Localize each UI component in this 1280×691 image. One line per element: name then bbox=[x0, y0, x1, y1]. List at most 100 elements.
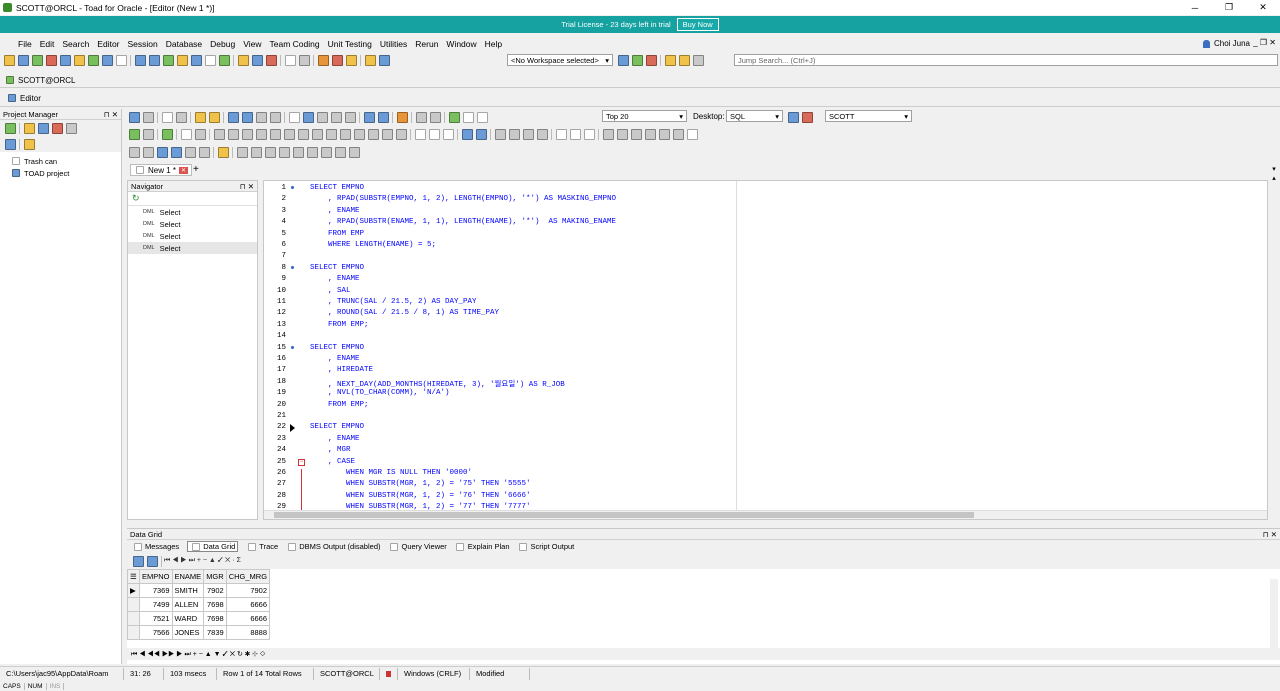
undo-icon[interactable] bbox=[461, 129, 473, 140]
bookmark2-icon[interactable] bbox=[344, 112, 356, 123]
eval-icon[interactable] bbox=[311, 129, 323, 140]
buy-now-button[interactable]: Buy Now bbox=[676, 18, 719, 31]
doc-tab-close-icon[interactable]: ✕ bbox=[179, 166, 189, 174]
table-row[interactable]: 7566 JONES 7839 8888 bbox=[127, 625, 271, 640]
menu-window[interactable]: Window bbox=[442, 39, 480, 49]
info-icon[interactable] bbox=[395, 129, 407, 140]
doc-tab-new1[interactable]: New 1 * ✕ bbox=[130, 164, 193, 176]
replace-icon[interactable] bbox=[316, 112, 328, 123]
menu-view[interactable]: View bbox=[239, 39, 265, 49]
fold-collapse-icon[interactable]: − bbox=[298, 458, 305, 466]
uncomment-icon[interactable] bbox=[508, 129, 520, 140]
misc2-icon[interactable] bbox=[616, 129, 628, 140]
describe-icon[interactable] bbox=[381, 129, 393, 140]
recent-file-icon[interactable] bbox=[208, 112, 220, 123]
format-icon[interactable] bbox=[363, 112, 375, 123]
misc5-icon[interactable] bbox=[658, 129, 670, 140]
column-header[interactable]: MGR bbox=[203, 569, 227, 584]
t3-icon-1[interactable] bbox=[128, 147, 140, 158]
t3-icon-10[interactable] bbox=[264, 147, 276, 158]
grid-cell[interactable]: 7698 bbox=[203, 611, 227, 626]
dba-icon[interactable] bbox=[204, 55, 216, 66]
navigator-pin-close-icon[interactable]: ⊓ ✕ bbox=[240, 182, 254, 191]
step-out-icon[interactable] bbox=[241, 129, 253, 140]
table-row[interactable]: 7499 ALLEN 7698 6666 bbox=[127, 597, 271, 612]
column-header[interactable]: EMPNO bbox=[139, 569, 173, 584]
pm-print-icon[interactable] bbox=[65, 122, 77, 134]
execute-statement-icon[interactable] bbox=[161, 129, 173, 140]
column-header[interactable]: ENAME bbox=[171, 569, 205, 584]
t3-icon-15[interactable] bbox=[334, 147, 346, 158]
maximize-button[interactable]: ❐ bbox=[1212, 0, 1246, 15]
grid-vscroll[interactable] bbox=[1270, 579, 1278, 657]
open-icon[interactable] bbox=[17, 55, 29, 66]
data-grid-pin-close-icon[interactable]: ⊓ ✕ bbox=[1263, 530, 1277, 539]
upper-icon[interactable] bbox=[522, 129, 534, 140]
grid-cell[interactable]: 6666 bbox=[225, 597, 271, 612]
dropdown-arrow-icon[interactable] bbox=[378, 55, 390, 66]
t3-icon-14[interactable] bbox=[320, 147, 332, 158]
save-all-icon[interactable] bbox=[255, 112, 267, 123]
output-tab-explain-plan[interactable]: Explain Plan bbox=[455, 542, 510, 551]
new-icon[interactable] bbox=[3, 55, 15, 66]
panel-pin-close-icon[interactable]: ⊓ ✕ bbox=[104, 110, 118, 119]
report-icon[interactable] bbox=[162, 55, 174, 66]
new-doc-icon[interactable] bbox=[161, 112, 173, 123]
pm-add-icon[interactable] bbox=[4, 122, 16, 134]
menu-utilities[interactable]: Utilities bbox=[376, 39, 411, 49]
settings-icon[interactable] bbox=[583, 129, 595, 140]
toggle-icon[interactable] bbox=[448, 112, 460, 123]
menu-unit-testing[interactable]: Unit Testing bbox=[324, 39, 376, 49]
t3-icon-2[interactable] bbox=[142, 147, 154, 158]
print-icon[interactable] bbox=[288, 112, 300, 123]
open-file-icon[interactable] bbox=[194, 112, 206, 123]
workspace-select[interactable]: <No Workspace selected> ▾ bbox=[507, 54, 613, 66]
grid-cell[interactable]: 7566 bbox=[139, 625, 173, 640]
schema-select[interactable]: SCOTT ▾ bbox=[825, 110, 912, 122]
halt-icon[interactable] bbox=[269, 129, 281, 140]
explain-icon[interactable] bbox=[101, 55, 113, 66]
lock-icon[interactable] bbox=[317, 55, 329, 66]
menu-team-coding[interactable]: Team Coding bbox=[266, 39, 324, 49]
calendar-icon[interactable] bbox=[476, 112, 488, 123]
desktop-select[interactable]: SQL ▾ bbox=[726, 110, 783, 122]
align-right-icon[interactable] bbox=[569, 129, 581, 140]
minimize-button[interactable]: ─ bbox=[1178, 0, 1212, 15]
refresh-icon[interactable] bbox=[269, 112, 281, 123]
grid-cell[interactable]: 7902 bbox=[225, 583, 271, 598]
menu-help[interactable]: Help bbox=[481, 39, 506, 49]
goto-icon[interactable] bbox=[330, 112, 342, 123]
t3-icon-3[interactable] bbox=[156, 147, 168, 158]
run-debug-icon[interactable] bbox=[142, 129, 154, 140]
editor-tab[interactable]: Editor bbox=[6, 92, 41, 104]
pm-delete-icon[interactable] bbox=[51, 122, 63, 134]
menu-rerun[interactable]: Rerun bbox=[411, 39, 442, 49]
step-into-icon[interactable] bbox=[213, 129, 225, 140]
misc7-icon[interactable] bbox=[686, 129, 698, 140]
grid-cell[interactable]: 7499 bbox=[139, 597, 173, 612]
lower-icon[interactable] bbox=[536, 129, 548, 140]
menu-editor[interactable]: Editor bbox=[93, 39, 123, 49]
menu-session[interactable]: Session bbox=[124, 39, 162, 49]
grid-cell[interactable]: 8888 bbox=[225, 625, 271, 640]
trace-icon[interactable] bbox=[325, 129, 337, 140]
t3-icon-7[interactable] bbox=[217, 147, 229, 158]
step-over-icon[interactable] bbox=[227, 129, 239, 140]
wand-icon[interactable] bbox=[364, 55, 376, 66]
t3-icon-16[interactable] bbox=[348, 147, 360, 158]
menu-file[interactable]: File bbox=[14, 39, 36, 49]
new-tab-plus-icon[interactable]: + bbox=[193, 164, 199, 175]
navigator-item[interactable]: DML Select bbox=[128, 230, 257, 242]
editor-hscroll[interactable] bbox=[264, 510, 1267, 519]
grid-cell[interactable]: 7902 bbox=[203, 583, 227, 598]
list-icon[interactable] bbox=[180, 129, 192, 140]
grid-cell[interactable]: 7521 bbox=[139, 611, 173, 626]
case-icon[interactable] bbox=[377, 112, 389, 123]
output-tab-query-viewer[interactable]: Query Viewer bbox=[389, 542, 447, 551]
grid-cell[interactable]: SMITH bbox=[171, 583, 205, 598]
pm-db-icon[interactable] bbox=[23, 138, 35, 150]
connect-icon[interactable] bbox=[31, 55, 43, 66]
close-doc-icon[interactable] bbox=[175, 112, 187, 123]
tree-item-trash[interactable]: Trash can bbox=[10, 155, 121, 167]
table-icon[interactable] bbox=[148, 55, 160, 66]
